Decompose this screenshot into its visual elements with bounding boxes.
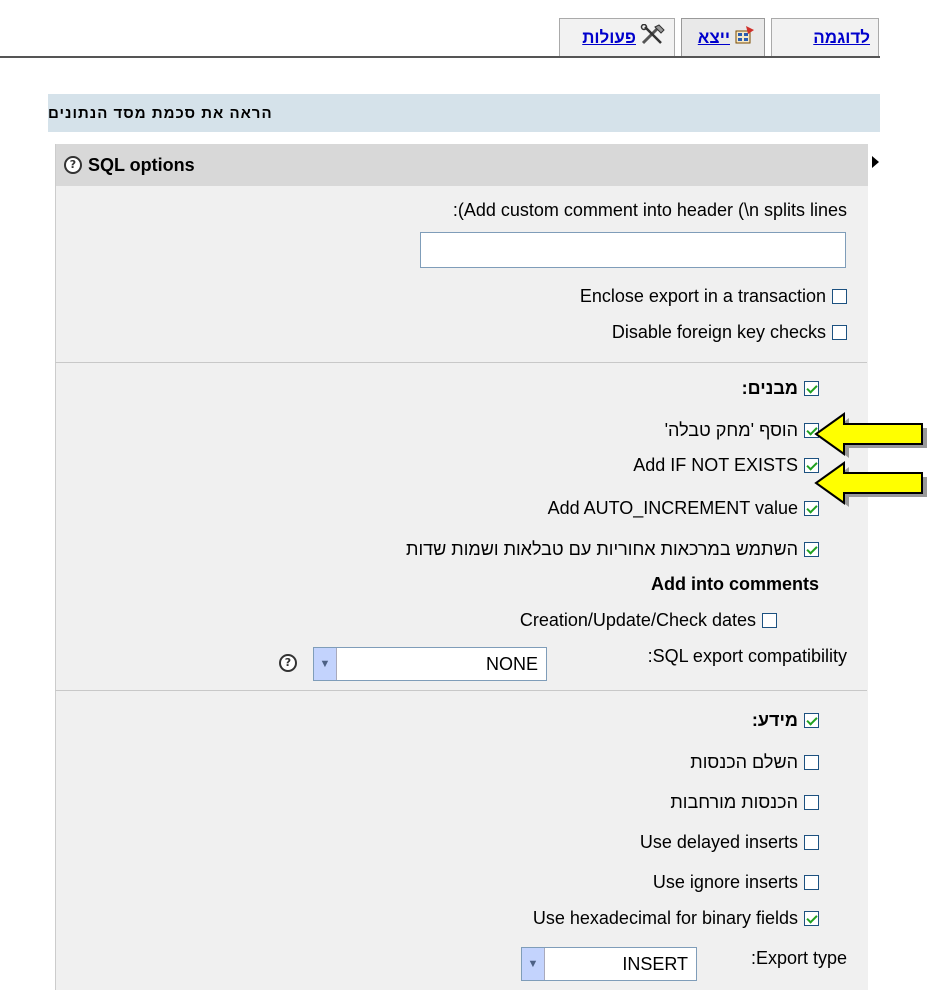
tab-example-label: לדוגמה [813,27,870,47]
enclose-transaction-label: Enclose export in a transaction [579,286,826,306]
backquotes-checkbox[interactable] [804,542,819,557]
page-title: הראה את סכמת מסד הנתונים [48,94,880,132]
compat-label: :SQL export compatibility [647,646,847,666]
dates-row[interactable]: Creation/Update/Check dates [520,610,777,631]
extended-inserts-row[interactable]: הכנסות מורחבות [670,792,819,813]
data-row[interactable]: מידע: [752,710,819,731]
custom-comment-label: :(Add custom comment into header (\n spl… [452,200,847,220]
tab-export[interactable]: ייצא [681,18,765,56]
disable-fk-row[interactable]: Disable foreign key checks [612,322,847,343]
add-into-comments-row: Add into comments [651,574,819,595]
add-into-comments-label: Add into comments [650,574,819,594]
custom-comment-input[interactable] [420,232,846,268]
sql-options-legend: ? SQL options [56,144,868,186]
data-checkbox[interactable] [804,713,819,728]
structure-label: מבנים: [741,378,798,398]
annotation-arrow-icon [814,412,927,458]
dates-label: Creation/Update/Check dates [519,610,756,630]
tab-export-label: ייצא [697,27,730,47]
export-type-row: :Export type [751,948,847,969]
enclose-transaction-checkbox[interactable] [832,289,847,304]
ignore-inserts-checkbox[interactable] [804,875,819,890]
drop-table-label: הוסף 'מחק טבלה' [664,420,798,440]
section-divider [55,690,867,691]
tools-icon [640,23,666,51]
enclose-transaction-row[interactable]: Enclose export in a transaction [580,286,847,307]
compat-value: NONE [485,653,538,674]
auto-increment-label: Add AUTO_INCREMENT value [547,498,798,518]
tab-divider [0,56,880,58]
complete-inserts-row[interactable]: השלם הכנסות [690,752,819,773]
help-icon[interactable]: ? [279,654,297,672]
annotation-arrow-icon [814,461,927,507]
drop-table-row[interactable]: הוסף 'מחק טבלה' [665,420,819,441]
tab-operations-label: פעולות [582,27,636,47]
if-not-exists-row[interactable]: Add IF NOT EXISTS [633,455,819,476]
data-label: מידע: [751,710,798,730]
hex-binary-label: Use hexadecimal for binary fields [532,908,798,928]
collapse-triangle-icon[interactable] [872,156,879,168]
chevron-down-icon[interactable]: ▼ [522,948,545,980]
hex-binary-row[interactable]: Use hexadecimal for binary fields [533,908,819,929]
complete-inserts-checkbox[interactable] [804,755,819,770]
structure-row[interactable]: מבנים: [742,378,819,399]
chevron-down-icon[interactable]: ▼ [314,648,337,680]
ignore-inserts-row[interactable]: Use ignore inserts [653,872,819,893]
export-type-select[interactable]: ▼ INSERT [521,947,697,981]
delayed-inserts-label: Use delayed inserts [639,832,798,852]
compat-row: :SQL export compatibility [648,646,847,667]
backquotes-row[interactable]: השתמש במרכאות אחוריות עם טבלאות ושמות שד… [406,539,819,560]
delayed-inserts-row[interactable]: Use delayed inserts [640,832,819,853]
delayed-inserts-checkbox[interactable] [804,835,819,850]
help-icon[interactable]: ? [64,156,82,174]
compat-select[interactable]: ▼ NONE [313,647,547,681]
extended-inserts-label: הכנסות מורחבות [670,792,798,812]
export-type-label: :Export type [750,948,847,968]
ignore-inserts-label: Use ignore inserts [652,872,798,892]
custom-comment-row: :(Add custom comment into header (\n spl… [453,200,847,221]
tab-example[interactable]: לדוגמה [771,18,879,56]
section-divider [55,362,867,363]
sql-options-fieldset: ? SQL options [55,144,868,990]
complete-inserts-label: השלם הכנסות [690,752,798,772]
tab-operations[interactable]: פעולות [559,18,675,56]
if-not-exists-label: Add IF NOT EXISTS [633,455,798,475]
tab-bar: לדוגמה ייצא פעולות [479,18,879,58]
backquotes-label: השתמש במרכאות אחוריות עם טבלאות ושמות שד… [406,539,798,559]
hex-binary-checkbox[interactable] [804,911,819,926]
auto-increment-row[interactable]: Add AUTO_INCREMENT value [548,498,819,519]
disable-fk-label: Disable foreign key checks [611,322,826,342]
extended-inserts-checkbox[interactable] [804,795,819,810]
export-icon [734,25,756,50]
export-type-value: INSERT [622,953,688,974]
structure-checkbox[interactable] [804,381,819,396]
disable-fk-checkbox[interactable] [832,325,847,340]
sql-options-title: SQL options [88,154,195,175]
dates-checkbox[interactable] [762,613,777,628]
